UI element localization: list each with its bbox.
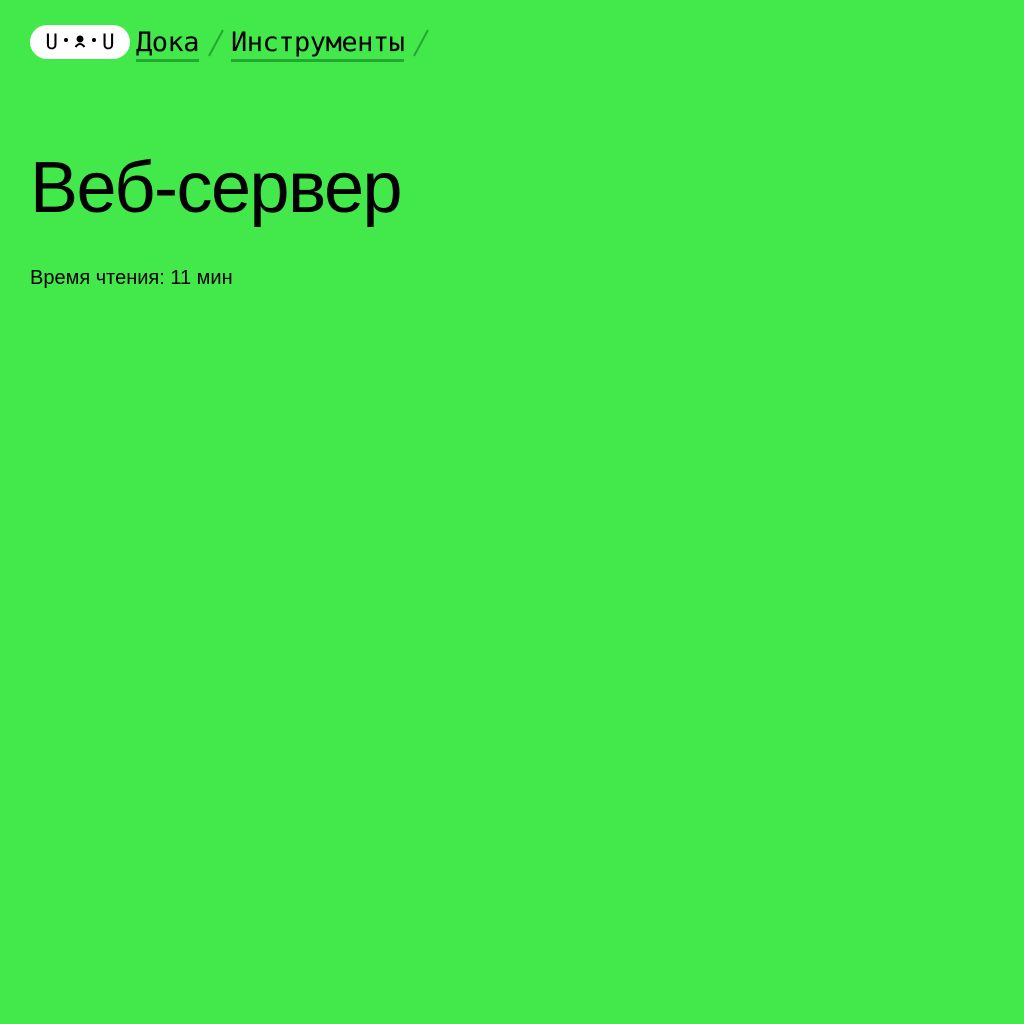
reading-time: Время чтения: 11 мин <box>30 267 233 289</box>
logo-eye-right-icon <box>92 38 96 42</box>
logo-eye-left-icon <box>64 38 68 42</box>
site-header: U U Дока Инструменты <box>30 22 436 62</box>
page-title: Веб-сервер <box>30 148 403 228</box>
slash-separator-icon <box>408 24 432 60</box>
logo-nose-icon <box>74 35 86 54</box>
slash-separator-icon <box>203 24 227 60</box>
logo-right-glyph: U <box>102 29 115 54</box>
breadcrumb-tools-link[interactable]: Инструменты <box>231 27 405 62</box>
logo-home-link[interactable]: U U <box>30 25 130 59</box>
breadcrumb-doka-link[interactable]: Дока <box>136 27 200 62</box>
logo-left-glyph: U <box>45 29 58 54</box>
